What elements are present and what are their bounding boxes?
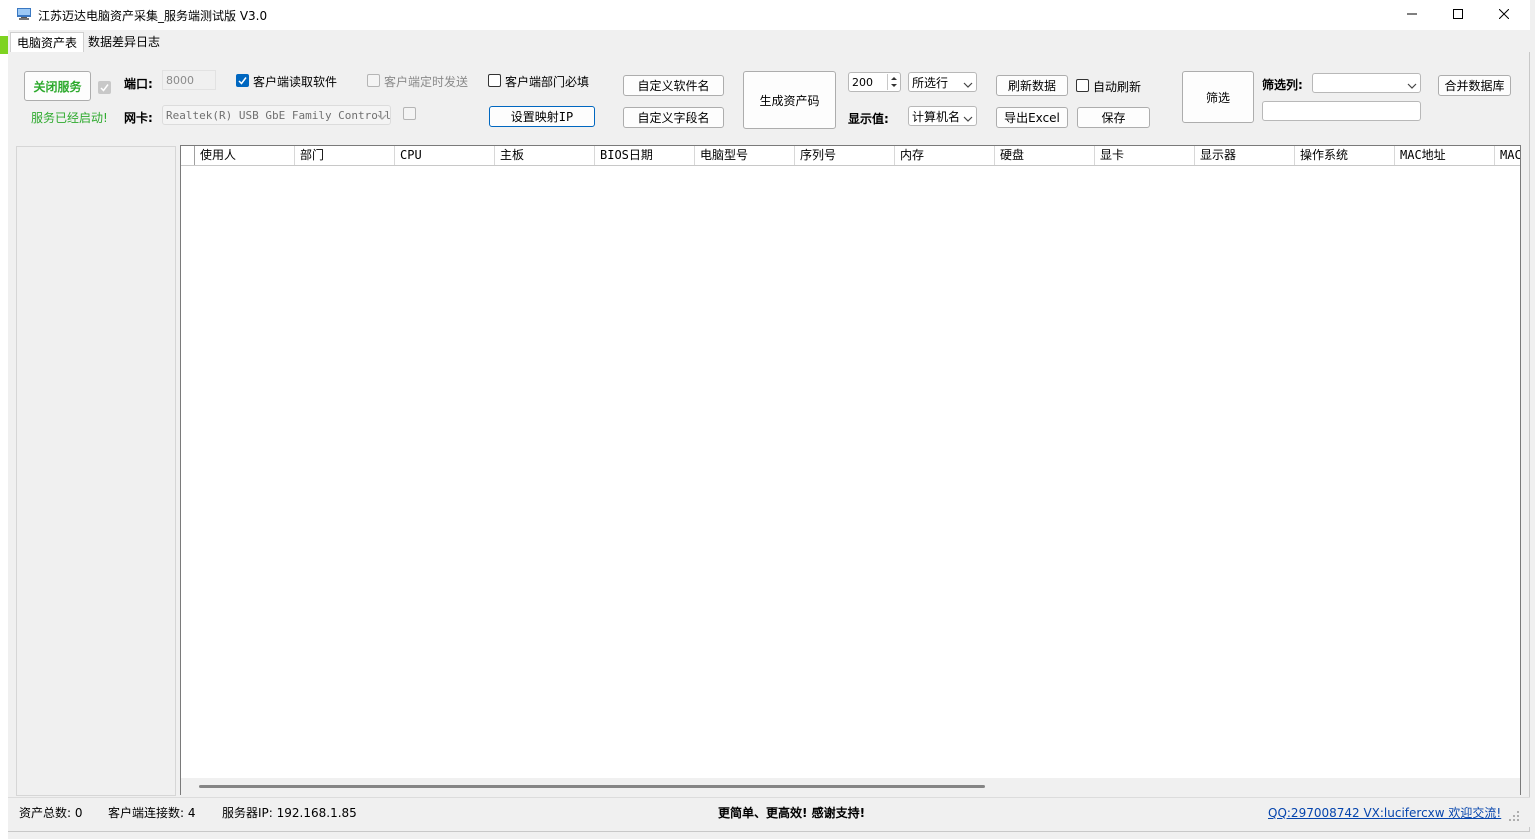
chevron-down-icon bbox=[963, 78, 973, 88]
slogan-text: 更简单、更高效! 感谢支持! bbox=[718, 806, 866, 820]
refresh-data-button[interactable]: 刷新数据 bbox=[996, 75, 1068, 96]
desktop-edge-accent bbox=[0, 36, 8, 54]
nic-label: 网卡: bbox=[124, 111, 153, 125]
checkmark-icon bbox=[100, 81, 109, 95]
filter-column-select[interactable] bbox=[1312, 73, 1421, 93]
asset-data-grid[interactable]: 使用人 部门 CPU 主板 BIOS日期 电脑型号 序列号 内存 硬盘 显卡 显… bbox=[180, 145, 1521, 795]
minimize-button[interactable] bbox=[1389, 0, 1435, 30]
contact-link[interactable]: QQ:297008742 VX:lucifercxw 欢迎交流! bbox=[1268, 804, 1501, 821]
tab-diff-log[interactable]: 数据差异日志 bbox=[82, 32, 166, 52]
save-button[interactable]: 保存 bbox=[1077, 107, 1150, 128]
custom-field-name-button[interactable]: 自定义字段名 bbox=[623, 107, 724, 128]
port-label: 端口: bbox=[124, 77, 153, 91]
column-header-mac-partial[interactable]: MAC bbox=[1495, 146, 1520, 165]
service-status-text: 服务已经启动! bbox=[31, 111, 108, 125]
auto-refresh-checkbox[interactable] bbox=[1076, 79, 1089, 92]
merge-database-button[interactable]: 合并数据库 bbox=[1438, 75, 1511, 96]
column-header-pc-model[interactable]: 电脑型号 bbox=[695, 146, 795, 165]
minimize-icon bbox=[1407, 8, 1417, 22]
window-title: 江苏迈达电脑资产采集_服务端测试版 V3.0 bbox=[38, 9, 268, 23]
column-header-memory[interactable]: 内存 bbox=[895, 146, 995, 165]
display-value-label: 显示值: bbox=[848, 112, 889, 126]
client-dept-required-checkbox[interactable] bbox=[488, 74, 501, 87]
nic-select-value: Realtek(R) USB GbE Family Controll bbox=[166, 108, 391, 122]
generate-asset-code-button[interactable]: 生成资产码 bbox=[743, 71, 836, 129]
close-button[interactable] bbox=[1481, 0, 1527, 30]
server-ip-status: 服务器IP: 192.168.1.85 bbox=[222, 806, 357, 820]
client-timed-send-label: 客户端定时发送 bbox=[384, 75, 469, 89]
column-header-monitor[interactable]: 显示器 bbox=[1195, 146, 1295, 165]
column-header-disk[interactable]: 硬盘 bbox=[995, 146, 1095, 165]
stop-service-button[interactable]: 关闭服务 bbox=[24, 71, 91, 101]
maximize-icon bbox=[1453, 8, 1463, 22]
checkmark-icon bbox=[238, 74, 247, 88]
client-read-software-checkbox[interactable] bbox=[236, 74, 249, 87]
app-icon bbox=[17, 8, 31, 20]
column-header-gpu[interactable]: 显卡 bbox=[1095, 146, 1195, 165]
column-header-serial[interactable]: 序列号 bbox=[795, 146, 895, 165]
grid-header-row: 使用人 部门 CPU 主板 BIOS日期 电脑型号 序列号 内存 硬盘 显卡 显… bbox=[181, 146, 1520, 166]
asset-total-status: 资产总数: 0 bbox=[19, 806, 83, 820]
set-mapping-ip-button[interactable]: 设置映射IP bbox=[489, 106, 595, 127]
maximize-button[interactable] bbox=[1435, 0, 1481, 30]
chevron-down-icon bbox=[1407, 79, 1417, 89]
horizontal-scrollbar[interactable] bbox=[181, 778, 1520, 795]
column-header-motherboard[interactable]: 主板 bbox=[495, 146, 595, 165]
port-field[interactable]: 8000 bbox=[162, 70, 216, 90]
column-header-mac-address[interactable]: MAC地址 bbox=[1395, 146, 1495, 165]
filter-column-label: 筛选列: bbox=[1262, 78, 1303, 92]
column-header-user[interactable]: 使用人 bbox=[195, 146, 295, 165]
column-header-bios-date[interactable]: BIOS日期 bbox=[595, 146, 695, 165]
client-dept-required-label: 客户端部门必填 bbox=[505, 75, 590, 89]
display-value-select-value: 计算机名 bbox=[912, 109, 961, 124]
export-excel-button[interactable]: 导出Excel bbox=[996, 107, 1068, 128]
client-connections-status: 客户端连接数: 4 bbox=[108, 806, 196, 820]
column-header-cpu[interactable]: CPU bbox=[395, 146, 495, 165]
tab-asset-table[interactable]: 电脑资产表 bbox=[10, 32, 85, 52]
row-select-value: 所选行 bbox=[912, 75, 949, 90]
client-read-software-label: 客户端读取软件 bbox=[253, 75, 338, 89]
chevron-down-icon bbox=[377, 111, 387, 120]
column-header-department[interactable]: 部门 bbox=[295, 146, 395, 165]
column-header-os[interactable]: 操作系统 bbox=[1295, 146, 1395, 165]
filter-text-input[interactable] bbox=[1262, 101, 1421, 121]
desktop-edge bbox=[0, 0, 8, 839]
tab-strip bbox=[8, 30, 1530, 52]
count-spinner-value: 200 bbox=[852, 75, 873, 89]
close-icon bbox=[1498, 8, 1510, 22]
filter-button[interactable]: 筛选 bbox=[1182, 71, 1254, 123]
nic-select[interactable]: Realtek(R) USB GbE Family Controll bbox=[162, 105, 391, 125]
scrollbar-thumb[interactable] bbox=[199, 785, 985, 788]
display-value-select[interactable]: 计算机名 bbox=[908, 106, 977, 126]
row-select[interactable]: 所选行 bbox=[908, 72, 977, 92]
client-timed-send-checkbox[interactable] bbox=[367, 74, 380, 87]
resize-grip-icon[interactable] bbox=[1508, 810, 1520, 822]
chevron-down-icon bbox=[963, 112, 973, 122]
nic-extra-checkbox[interactable] bbox=[403, 107, 416, 120]
custom-software-name-button[interactable]: 自定义软件名 bbox=[623, 75, 724, 96]
grid-corner-cell[interactable] bbox=[181, 146, 195, 165]
left-tree-panel[interactable] bbox=[16, 146, 176, 796]
service-lock-checkbox[interactable] bbox=[98, 81, 111, 94]
spinner-arrows-icon[interactable] bbox=[887, 74, 899, 90]
count-spinner[interactable]: 200 bbox=[848, 72, 901, 92]
auto-refresh-label: 自动刷新 bbox=[1093, 80, 1142, 94]
